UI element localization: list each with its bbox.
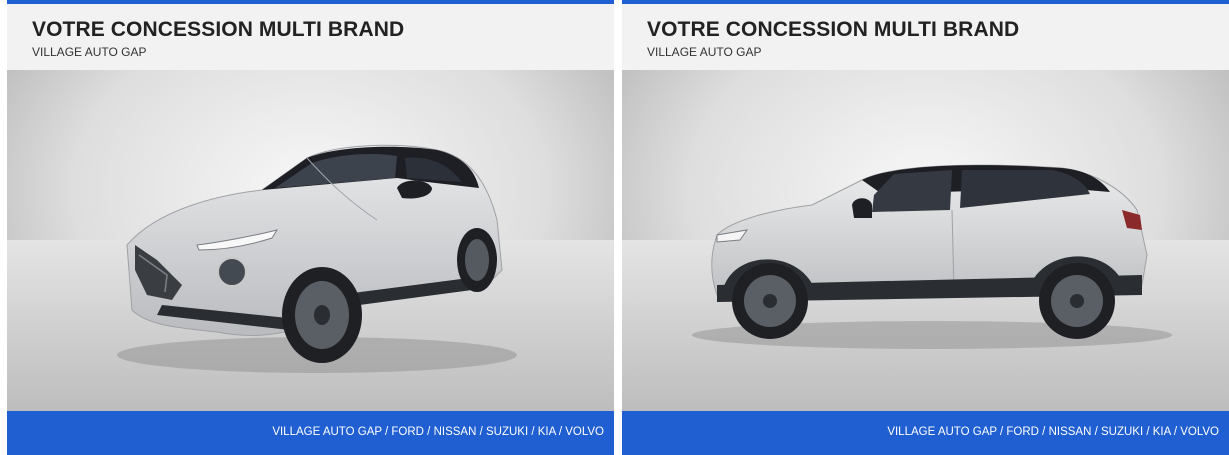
car-side-illustration xyxy=(622,164,1229,411)
dealer-title: VOTRE CONCESSION MULTI BRAND xyxy=(32,18,405,41)
card-header: VOTRE CONCESSION MULTI BRAND VILLAGE AUT… xyxy=(622,4,1229,70)
brand-list: VILLAGE AUTO GAP / FORD / NISSAN / SUZUK… xyxy=(887,426,1219,438)
car-front-illustration xyxy=(7,144,614,411)
listing-card-front[interactable]: VOTRE CONCESSION MULTI BRAND VILLAGE AUT… xyxy=(7,0,614,455)
listing-card-side[interactable]: VOTRE CONCESSION MULTI BRAND VILLAGE AUT… xyxy=(622,0,1229,455)
dealer-subtitle: VILLAGE AUTO GAP xyxy=(32,45,147,59)
brand-list: VILLAGE AUTO GAP / FORD / NISSAN / SUZUK… xyxy=(272,426,604,438)
dealer-subtitle: VILLAGE AUTO GAP xyxy=(647,45,762,59)
card-footer: VILLAGE AUTO GAP / FORD / NISSAN / SUZUK… xyxy=(622,411,1229,455)
car-photo-front[interactable] xyxy=(7,70,614,411)
card-header: VOTRE CONCESSION MULTI BRAND VILLAGE AUT… xyxy=(7,4,614,70)
car-photo-side[interactable] xyxy=(622,70,1229,411)
dealer-title: VOTRE CONCESSION MULTI BRAND xyxy=(647,18,1020,41)
card-footer: VILLAGE AUTO GAP / FORD / NISSAN / SUZUK… xyxy=(7,411,614,455)
